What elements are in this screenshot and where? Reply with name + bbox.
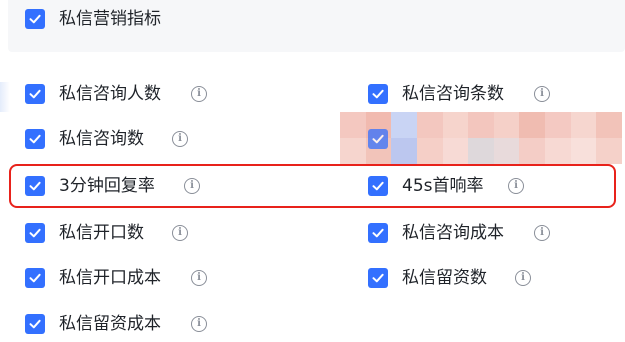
checkbox-private-msg-lead-cost[interactable] — [25, 314, 45, 334]
checkmark-icon — [29, 181, 41, 191]
checkmark-icon — [29, 134, 41, 144]
checkmark-icon — [29, 273, 41, 283]
checkbox-private-msg-inquiries[interactable] — [25, 129, 45, 149]
checkbox-private-msg-inquiry-users[interactable] — [25, 84, 45, 104]
metric-label: 私信留资成本 — [59, 314, 161, 334]
metric-label: 3分钟回复率 — [59, 176, 155, 196]
info-icon[interactable]: i — [172, 225, 188, 241]
metric-label: 私信开口成本 — [59, 268, 161, 288]
info-icon[interactable]: i — [184, 178, 200, 194]
checkmark-icon — [372, 134, 384, 144]
checkmark-icon — [372, 181, 384, 191]
info-icon[interactable]: i — [508, 178, 524, 194]
metric-label: 私信开口数 — [59, 223, 144, 243]
checkmark-icon — [29, 228, 41, 238]
checkbox-private-msg-inquiry-count[interactable] — [368, 84, 388, 104]
checkbox-private-msg-inquiry-cost[interactable] — [368, 223, 388, 243]
checkmark-icon — [372, 89, 384, 99]
info-icon[interactable]: i — [172, 131, 188, 147]
metric-label: 私信咨询数 — [59, 129, 144, 149]
checkbox-45s-first-response-rate[interactable] — [368, 176, 388, 196]
checkmark-icon — [29, 89, 41, 99]
checkbox-private-msg-open-cost[interactable] — [25, 268, 45, 288]
header-checkbox[interactable] — [25, 9, 45, 29]
metric-label: 45s首响率 — [402, 176, 484, 196]
info-icon[interactable]: i — [191, 316, 207, 332]
metric-label: 私信留资数 — [402, 268, 487, 288]
metric-label: 私信咨询条数 — [402, 84, 504, 104]
info-icon[interactable]: i — [515, 270, 531, 286]
checkbox-private-msg-leads[interactable] — [368, 268, 388, 288]
metric-label: 私信咨询人数 — [59, 84, 161, 104]
info-icon[interactable]: i — [534, 225, 550, 241]
info-icon[interactable]: i — [534, 86, 550, 102]
checkbox-3min-reply-rate[interactable] — [25, 176, 45, 196]
checkmark-icon — [29, 14, 41, 24]
checkmark-icon — [372, 228, 384, 238]
checkbox-redacted-metric[interactable] — [368, 129, 388, 149]
blur-edge — [0, 82, 10, 112]
info-icon[interactable]: i — [191, 86, 207, 102]
checkbox-private-msg-opens[interactable] — [25, 223, 45, 243]
metric-label: 私信咨询成本 — [402, 223, 504, 243]
checkmark-icon — [372, 273, 384, 283]
section-title: 私信营销指标 — [59, 9, 161, 29]
info-icon[interactable]: i — [191, 270, 207, 286]
checkmark-icon — [29, 319, 41, 329]
